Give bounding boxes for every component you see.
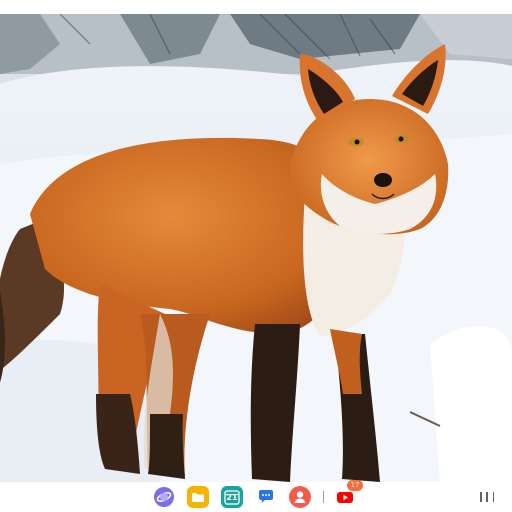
dock-divider (323, 491, 324, 503)
recent-apps-icon[interactable] (480, 490, 494, 504)
notification-badge: 17 (347, 480, 363, 491)
taskbar: 21 17 (0, 480, 512, 512)
youtube-icon[interactable]: 17 (334, 480, 363, 508)
internet-browser-icon[interactable] (153, 486, 175, 508)
app-dock: 21 17 (153, 480, 368, 508)
fox-wallpaper-image (0, 14, 512, 482)
calendar-date: 21 (226, 493, 238, 502)
status-bar (0, 0, 512, 14)
home-wallpaper (0, 14, 512, 482)
contacts-icon[interactable] (289, 486, 311, 508)
calendar-icon[interactable]: 21 (221, 486, 243, 508)
my-files-icon[interactable] (187, 486, 209, 508)
messages-icon[interactable] (255, 486, 277, 508)
